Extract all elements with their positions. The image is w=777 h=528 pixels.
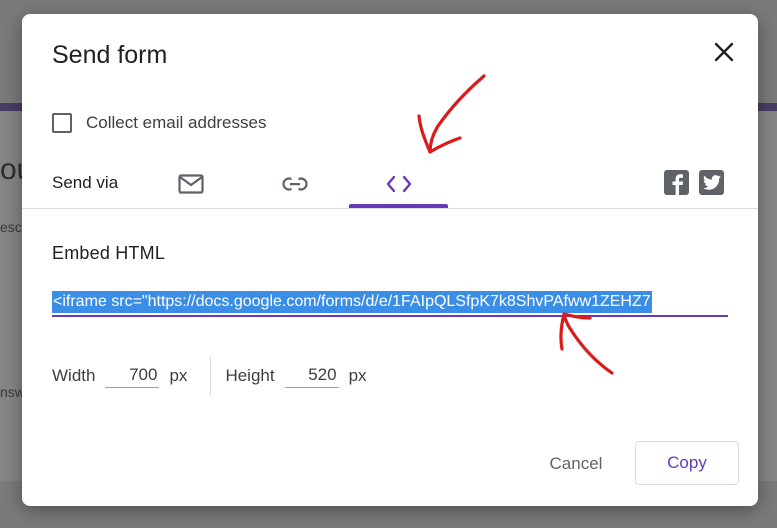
embed-html-title: Embed HTML	[52, 243, 166, 263]
height-label: Height	[225, 366, 275, 385]
form-heading-fragment: ou	[0, 153, 22, 186]
collect-email-checkbox[interactable]	[52, 113, 72, 133]
facebook-icon	[672, 174, 683, 195]
width-label: Width	[52, 366, 96, 385]
collect-email-label: Collect email addresses	[86, 113, 267, 132]
width-unit: px	[169, 366, 188, 385]
height-unit: px	[348, 366, 367, 385]
form-field-fragment: nsw	[0, 384, 22, 400]
embed-html-code[interactable]: <iframe src="https://docs.google.com/for…	[52, 291, 652, 313]
copy-button[interactable]: Copy	[635, 441, 739, 485]
twitter-icon	[702, 175, 721, 190]
collect-email-row: Collect email addresses	[52, 113, 266, 133]
link-icon	[282, 177, 308, 191]
tab-divider	[22, 208, 758, 209]
tab-link[interactable]	[274, 162, 316, 206]
tab-email[interactable]	[170, 162, 212, 206]
cancel-button[interactable]: Cancel	[530, 446, 622, 482]
dimensions-separator	[210, 356, 212, 396]
send-form-dialog: Send form Collect email addresses Send v…	[22, 14, 758, 506]
send-via-label: Send via	[52, 173, 119, 192]
height-input[interactable]	[284, 364, 339, 388]
tab-embed-html[interactable]	[349, 162, 448, 206]
twitter-share-button[interactable]	[699, 170, 724, 195]
dimensions-row: Width px Height px	[52, 356, 367, 396]
close-icon	[714, 42, 734, 62]
code-icon	[386, 175, 411, 193]
dialog-title: Send form	[52, 41, 168, 69]
close-button[interactable]	[710, 38, 738, 66]
embed-html-field[interactable]: <iframe src="https://docs.google.com/for…	[52, 289, 728, 317]
email-icon	[178, 174, 204, 194]
facebook-share-button[interactable]	[664, 170, 689, 195]
form-field-fragment: esc	[0, 219, 22, 235]
width-input[interactable]	[105, 364, 160, 388]
